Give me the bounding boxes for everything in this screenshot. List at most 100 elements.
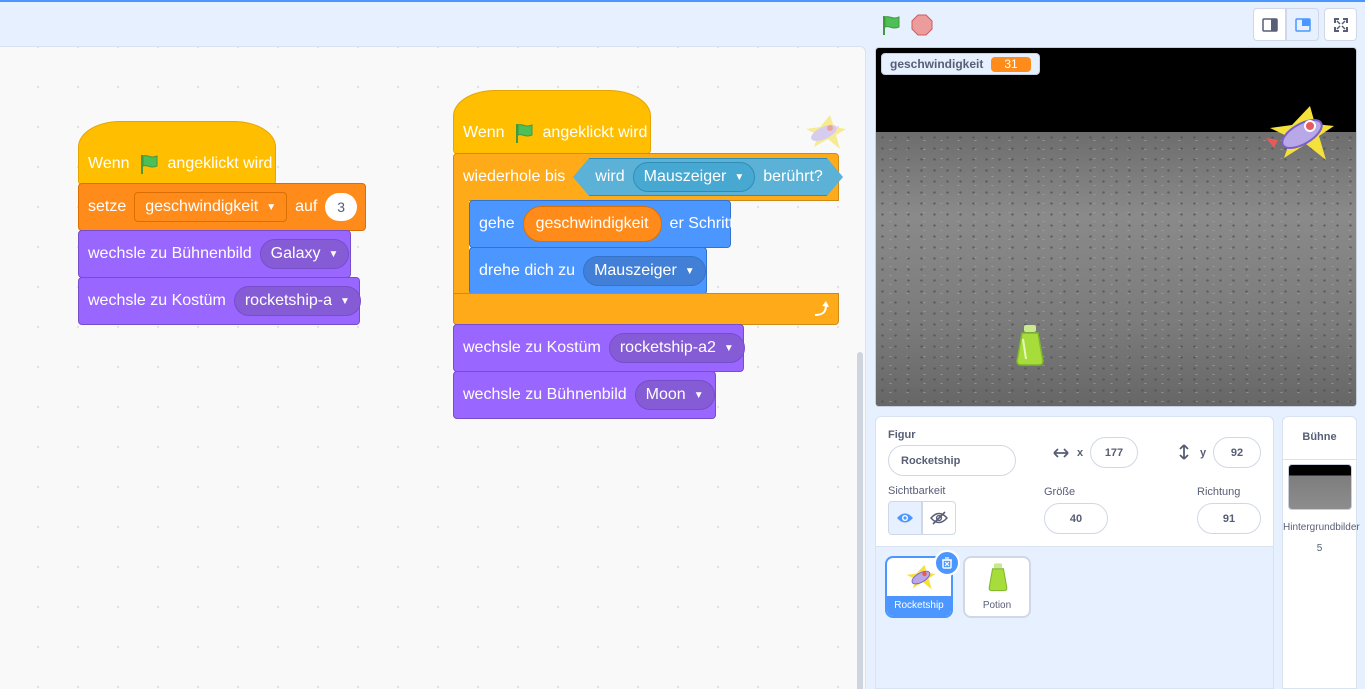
size-label: Größe bbox=[1044, 486, 1076, 498]
code-area-scrollbar[interactable] bbox=[857, 352, 863, 689]
fullscreen-icon bbox=[1333, 17, 1348, 32]
repeat-until-block[interactable]: wiederhole bis wird Mauszeiger ▼ berührt? bbox=[453, 153, 843, 201]
hat-label-clicked: angeklickt wird bbox=[542, 124, 648, 141]
point-towards-dropdown[interactable]: Mauszeiger ▼ bbox=[583, 256, 706, 286]
costume-dropdown[interactable]: rocketship-a2 ▼ bbox=[608, 333, 745, 363]
chevron-down-icon: ▼ bbox=[693, 389, 704, 401]
switch-costume-block[interactable]: wechsle zu Kostüm rocketship-a2 ▼ bbox=[453, 324, 745, 372]
green-flag-button[interactable] bbox=[878, 12, 904, 38]
direction-field[interactable]: 91 bbox=[1197, 503, 1261, 534]
bool-left-edge bbox=[573, 158, 590, 196]
variable-dropdown-value: geschwindigkeit bbox=[145, 198, 259, 215]
delete-sprite-button[interactable] bbox=[934, 550, 960, 576]
x-label: x bbox=[1077, 447, 1084, 459]
move-steps-block[interactable]: gehe geschwindigkeit er Schritt bbox=[469, 200, 734, 248]
point-towards-value: Mauszeiger bbox=[594, 262, 677, 279]
green-flag-icon bbox=[513, 122, 535, 144]
bool-right-edge bbox=[826, 158, 843, 196]
sprite-name-field[interactable]: Rocketship bbox=[888, 445, 1016, 476]
normal-stage-icon bbox=[1294, 17, 1311, 32]
to-label: auf bbox=[295, 198, 318, 215]
rocketship-icon bbox=[906, 564, 936, 590]
chevron-down-icon: ▼ bbox=[723, 342, 734, 354]
when-flag-clicked-hat[interactable]: Wenn angeklickt wird bbox=[453, 90, 651, 154]
chevron-down-icon: ▼ bbox=[328, 248, 339, 260]
point-towards-label: drehe dich zu bbox=[479, 262, 576, 279]
chevron-down-icon: ▼ bbox=[734, 171, 745, 183]
switch-backdrop-label: wechsle zu Bühnenbild bbox=[88, 245, 252, 262]
stage-selector[interactable]: Bühne Hintergrundbilder 5 bbox=[1282, 416, 1360, 689]
green-flag-icon bbox=[883, 16, 900, 35]
touching-condition[interactable]: wird Mauszeiger ▼ berührt? bbox=[573, 158, 843, 196]
switch-costume-label: wechsle zu Kostüm bbox=[463, 339, 601, 356]
stage[interactable]: geschwindigkeit 31 bbox=[875, 47, 1357, 407]
switch-backdrop-block[interactable]: wechsle zu Bühnenbild Moon ▼ bbox=[453, 371, 716, 419]
touching-pre-label: wird bbox=[595, 168, 625, 185]
hat-label-when: Wenn bbox=[88, 155, 130, 172]
costume-dropdown-value: rocketship-a bbox=[244, 292, 332, 309]
sprite-tile-potion[interactable]: Potion bbox=[963, 556, 1031, 618]
sprite-tile-name: Rocketship bbox=[887, 596, 951, 616]
variable-monitor[interactable]: geschwindigkeit 31 bbox=[881, 53, 1040, 75]
switch-costume-label: wechsle zu Kostüm bbox=[88, 292, 226, 309]
loop-arrow-icon bbox=[814, 301, 829, 316]
variable-dropdown[interactable]: geschwindigkeit ▼ bbox=[134, 192, 288, 222]
hide-sprite-button[interactable] bbox=[922, 501, 956, 535]
costume-dropdown-value: rocketship-a2 bbox=[619, 339, 716, 356]
switch-costume-block[interactable]: wechsle zu Kostüm rocketship-a ▼ bbox=[78, 277, 361, 325]
green-flag-icon bbox=[138, 153, 160, 175]
potion-icon bbox=[988, 563, 1008, 592]
stage-header bbox=[0, 2, 1365, 46]
set-variable-block[interactable]: setze geschwindigkeit ▼ auf 3 bbox=[78, 183, 366, 231]
stage-selector-title: Bühne bbox=[1283, 417, 1356, 460]
x-arrows-icon bbox=[1052, 447, 1070, 462]
rocketship-sprite[interactable] bbox=[1264, 104, 1336, 166]
backdrops-label: Hintergrundbilder bbox=[1283, 522, 1360, 533]
move-post-label: er Schritt bbox=[669, 215, 734, 232]
costume-dropdown[interactable]: rocketship-a ▼ bbox=[233, 286, 361, 316]
value-input[interactable]: 3 bbox=[325, 193, 357, 221]
variable-monitor-name: geschwindigkeit bbox=[890, 57, 984, 71]
switch-backdrop-label: wechsle zu Bühnenbild bbox=[463, 386, 627, 403]
point-towards-block[interactable]: drehe dich zu Mauszeiger ▼ bbox=[469, 247, 707, 295]
code-area[interactable]: Wenn angeklickt wird setze geschwindigke… bbox=[0, 46, 866, 689]
small-stage-icon bbox=[1261, 17, 1278, 32]
stage-backdrop-thumbnail[interactable] bbox=[1288, 464, 1352, 510]
eye-slash-icon bbox=[930, 511, 948, 525]
fullscreen-button[interactable] bbox=[1324, 8, 1357, 41]
normal-stage-button[interactable] bbox=[1286, 8, 1319, 41]
y-position-field[interactable]: 92 bbox=[1213, 437, 1261, 468]
switch-backdrop-block[interactable]: wechsle zu Bühnenbild Galaxy ▼ bbox=[78, 230, 351, 278]
backdrops-count: 5 bbox=[1316, 543, 1323, 554]
hat-label-clicked: angeklickt wird bbox=[167, 155, 273, 172]
hat-label-when: Wenn bbox=[463, 124, 505, 141]
stop-button[interactable] bbox=[909, 12, 935, 38]
show-sprite-button[interactable] bbox=[888, 501, 922, 535]
touching-target-dropdown[interactable]: Mauszeiger ▼ bbox=[632, 162, 756, 192]
x-position-field[interactable]: 177 bbox=[1090, 437, 1138, 468]
small-stage-button[interactable] bbox=[1253, 8, 1286, 41]
backdrop-dropdown[interactable]: Moon ▼ bbox=[634, 380, 715, 410]
size-field[interactable]: 40 bbox=[1044, 503, 1108, 534]
backdrop-dropdown-value: Galaxy bbox=[270, 245, 321, 262]
backdrop-dropdown[interactable]: Galaxy ▼ bbox=[259, 239, 350, 269]
set-label: setze bbox=[88, 198, 127, 215]
move-pre-label: gehe bbox=[479, 215, 515, 232]
when-flag-clicked-hat[interactable]: Wenn angeklickt wird bbox=[78, 121, 276, 185]
repeat-c-arm bbox=[453, 200, 469, 295]
stop-icon bbox=[911, 14, 933, 36]
sprite-info-panel: Figur Rocketship x 177 y 92 Sichtbarkeit… bbox=[875, 416, 1274, 547]
repeat-until-label: wiederhole bis bbox=[463, 168, 566, 185]
potion-sprite[interactable] bbox=[1014, 323, 1046, 367]
speed-variable-reporter[interactable]: geschwindigkeit bbox=[522, 206, 662, 242]
trash-icon bbox=[942, 557, 952, 569]
sprite-label: Figur bbox=[888, 429, 916, 441]
chevron-down-icon: ▼ bbox=[340, 295, 350, 307]
touching-target-value: Mauszeiger bbox=[643, 168, 727, 185]
chevron-down-icon: ▼ bbox=[684, 265, 695, 277]
y-arrows-icon bbox=[1178, 443, 1190, 464]
visibility-label: Sichtbarkeit bbox=[888, 485, 946, 497]
direction-label: Richtung bbox=[1197, 486, 1241, 498]
y-label: y bbox=[1200, 447, 1207, 459]
repeat-c-bottom bbox=[453, 293, 839, 325]
